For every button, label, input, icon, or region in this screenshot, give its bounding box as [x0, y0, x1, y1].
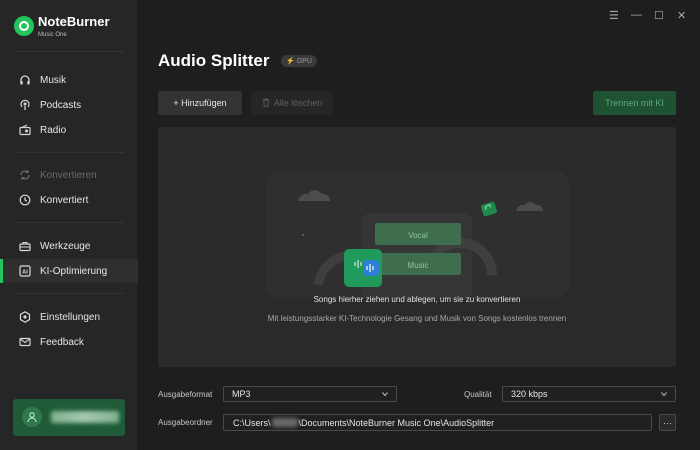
sidebar-item-ki-optimierung[interactable]: AI KI-Optimierung: [0, 259, 138, 283]
noteburner-logo-icon: [14, 16, 34, 36]
gear-icon: [18, 310, 32, 324]
drop-instruction: Songs hierher ziehen und ablegen, um sie…: [313, 295, 521, 304]
browse-folder-button[interactable]: ···: [659, 414, 676, 431]
output-folder-field[interactable]: C:\Users\ \Documents\NoteBurner Music One…: [223, 414, 652, 431]
sidebar-item-radio[interactable]: Radio: [0, 118, 138, 142]
menu-icon[interactable]: ☰: [609, 9, 619, 22]
divider: [14, 51, 124, 52]
gpu-badge: ⚡ GPU: [281, 55, 317, 67]
folder-path-prefix: C:\Users\: [233, 417, 271, 428]
sidebar-item-label: Konvertieren: [40, 169, 97, 181]
sidebar-item-label: Musik: [40, 74, 67, 86]
podcast-icon: [18, 98, 32, 112]
sidebar-item-label: Radio: [40, 124, 67, 136]
sidebar-item-musik[interactable]: Musik: [0, 68, 138, 92]
clear-all-label: Alle löschen: [273, 98, 323, 108]
split-with-ai-button[interactable]: Trennen mit KI: [593, 91, 676, 115]
user-account-card[interactable]: [13, 399, 125, 436]
sidebar-item-konvertiert[interactable]: Konvertiert: [0, 188, 138, 212]
add-button[interactable]: + Hinzufügen: [158, 91, 242, 115]
sidebar-item-label: Werkzeuge: [40, 240, 91, 252]
vocal-label: Vocal: [408, 231, 428, 240]
quality-label: Qualität: [464, 390, 492, 399]
chevron-down-icon: [661, 392, 667, 397]
mail-icon: [18, 335, 32, 349]
app-subtitle: Music One: [38, 32, 67, 38]
gpu-badge-label: GPU: [296, 57, 312, 65]
app-name: NoteBurner: [38, 14, 110, 29]
sidebar-item-label: Feedback: [40, 336, 84, 348]
headphones-icon: [18, 73, 32, 87]
sidebar-item-label: KI-Optimierung: [40, 265, 108, 277]
output-format-value: MP3: [232, 389, 251, 399]
toolbox-icon: [18, 239, 32, 253]
drop-zone[interactable]: Vocal Music Songs hierher ziehen und abl…: [158, 127, 676, 367]
sidebar-item-werkzeuge[interactable]: Werkzeuge: [0, 234, 138, 258]
drop-illustration: Vocal Music: [266, 171, 569, 299]
redacted-username: [271, 418, 298, 427]
output-folder-label: Ausgabeordner: [158, 418, 213, 427]
maximize-icon[interactable]: ☐: [654, 9, 664, 22]
audio-file-icon: [363, 260, 379, 276]
sidebar-item-feedback[interactable]: Feedback: [0, 330, 138, 354]
output-format-select[interactable]: MP3: [223, 386, 397, 402]
sidebar-item-label: Konvertiert: [40, 194, 89, 206]
sidebar-item-label: Einstellungen: [40, 311, 101, 323]
music-label: Music: [408, 261, 429, 270]
output-format-label: Ausgabeformat: [158, 390, 213, 399]
ai-icon: AI: [18, 264, 32, 278]
divider: [14, 222, 124, 223]
lightning-icon: ⚡: [286, 58, 295, 65]
close-icon[interactable]: ✕: [677, 9, 686, 22]
sidebar-item-konvertieren[interactable]: Konvertieren: [0, 163, 138, 187]
chevron-down-icon: [382, 392, 388, 397]
quality-select[interactable]: 320 kbps: [502, 386, 676, 402]
divider: [14, 152, 124, 153]
sidebar: NoteBurner Music One Musik Podcasts Radi…: [0, 0, 138, 450]
sidebar-item-label: Podcasts: [40, 99, 82, 111]
clock-icon: [18, 193, 32, 207]
clear-all-button[interactable]: Alle löschen: [251, 91, 333, 115]
quality-value: 320 kbps: [511, 389, 548, 399]
svg-text:AI: AI: [22, 270, 28, 276]
sidebar-item-einstellungen[interactable]: Einstellungen: [0, 305, 138, 329]
trash-icon: [262, 98, 270, 109]
divider: [14, 293, 124, 294]
blurred-username: [51, 411, 119, 423]
sidebar-item-podcasts[interactable]: Podcasts: [0, 93, 138, 117]
minimize-icon[interactable]: —: [631, 9, 642, 21]
page-title: Audio Splitter: [158, 51, 270, 70]
convert-icon: [18, 168, 32, 182]
drop-description: Mit leistungsstarker KI-Technologie Gesa…: [267, 314, 567, 323]
avatar-icon: [22, 407, 42, 427]
folder-path-suffix: \Documents\NoteBurner Music One\AudioSpl…: [298, 417, 495, 428]
radio-icon: [18, 123, 32, 137]
